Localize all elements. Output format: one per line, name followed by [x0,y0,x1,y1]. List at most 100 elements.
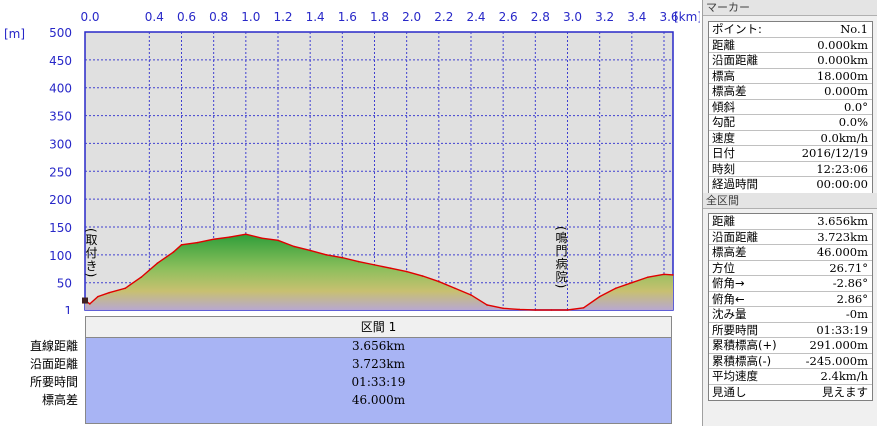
summary-value: 01:33:19 [351,375,406,389]
info-row: 標高 18.000m [709,68,872,84]
info-value: 2.86° [836,291,868,306]
profile-point [341,256,344,259]
x-tick-label: 3.0 [563,10,582,24]
info-value: 0.0% [838,115,868,129]
info-value: 01:33:19 [816,322,868,337]
info-row: 所要時間 01:33:19 [709,322,872,338]
x-tick-label: 2.0 [402,10,421,24]
y-tick-label: 100 [49,249,72,263]
profile-svg[interactable]: [m] 0.0 0.4 0.6 0.8 1.0 1.2 1.4 1.6 1.8 2.0 2.2 2.4… [0,0,700,315]
info-value: -2.86° [832,276,868,290]
y-tick-label: 350 [49,110,72,124]
info-key: 速度 [712,130,735,145]
profile-point [486,304,488,306]
profile-point [140,276,143,278]
info-value: 18.000m [816,68,868,83]
total-info-table: 距離 3.656km 沿面距離 3.723km 標高差 46.000m 方位 26.71° 俯角… [708,213,873,401]
info-key: 標高差 [712,84,747,98]
summary-value: 46.000m [351,393,406,407]
x-tick-label: 2.2 [434,10,453,24]
x-tick-label: 1.6 [338,10,357,24]
info-row: ポイント: No.1 [709,22,872,38]
profile-point [631,281,633,284]
profile-point [245,233,247,236]
y-tick-label: 200 [49,193,72,207]
info-value: -245.000m [805,353,868,368]
info-row: 標高差 0.000m [709,84,872,100]
summary-label: 直線距離 [29,339,78,353]
profile-point [598,295,601,298]
y-tick-label: 150 [49,221,72,235]
x-tick-label: 3.2 [595,10,614,24]
marker-panel-header[interactable]: マーカー [703,0,877,16]
y-tick-label: 500 [49,26,72,40]
summary-value: 3.656km [351,339,405,353]
start-marker[interactable] [82,297,88,304]
elevation-profile-chart[interactable]: [m] 0.0 0.4 0.6 0.8 1.0 1.2 1.4 1.6 1.8 2.0 2.2 2.4… [0,0,700,315]
info-value: 26.71° [829,260,868,275]
info-key: 距離 [712,37,735,52]
info-value: No.1 [840,22,868,36]
info-value: 12:23:06 [816,161,868,176]
info-key: 標高 [712,68,735,83]
info-value: 3.656km [817,214,868,228]
info-row: 累積標高(+) 291.000m [709,338,872,354]
profile-point [172,251,175,253]
profile-point [502,307,504,310]
info-row: 傾斜 0.0° [709,100,872,115]
info-key: 所要時間 [712,322,758,337]
marker-info-table: ポイント: No.1 距離 0.000km 沿面距離 0.000km 標高 18.000m 標高… [708,21,873,194]
x-tick-label: 2.8 [531,10,550,24]
x-tick-label: 1.2 [273,10,292,24]
profile-point [357,260,360,263]
info-value: 見えます [822,384,868,399]
profile-point [156,262,159,265]
info-key: 沿面距離 [712,229,758,244]
info-key: 平均速度 [712,369,758,383]
y-tick-label: 50 [57,277,72,291]
profile-point [228,236,231,238]
summary-row-straight-distance: 直線距離 3.656km [0,337,700,355]
y-tick-label: 300 [49,137,72,151]
info-row: 平均速度 2.4km/h [709,369,872,385]
elevation-unit-label: [m] [4,27,25,41]
info-row: 距離 0.000km [709,37,872,53]
summary-row-elevation-difference: 標高差 46.000m [0,391,700,409]
y-tick-label: 250 [49,165,72,179]
info-row: 累積標高(-) -245.000m [709,353,872,369]
info-row: 俯角← 2.86° [709,291,872,307]
summary-row-required-time: 所要時間 01:33:19 [0,373,700,391]
profile-point [108,291,110,294]
x-tick-label: 0.4 [145,10,164,24]
x-tick-label: 1.0 [241,10,260,24]
info-value: 00:00:00 [816,177,868,191]
info-value: 0.000km [817,53,868,67]
summary-label: 沿面距離 [29,357,78,371]
info-value: 2016/12/19 [801,146,868,160]
info-row: 時刻 12:23:06 [709,161,872,177]
profile-point [614,287,617,290]
profile-point [663,273,665,276]
info-row: 俯角→ -2.86° [709,276,872,292]
info-value: 3.723km [817,229,868,244]
info-value: 291.000m [809,338,868,352]
profile-point [389,267,392,270]
profile-point [518,308,521,311]
info-row: 経過時間 00:00:00 [709,177,872,193]
info-row: 沿面距離 3.723km [709,229,872,245]
info-row: 速度 0.0km/h [709,130,872,146]
profile-point [566,309,569,311]
info-value: 2.4km/h [820,369,868,383]
info-key: 経過時間 [712,177,758,191]
place-label-naruto-hospital: (鳴門病院) [554,226,568,289]
profile-point [373,264,376,266]
info-key: 日付 [712,146,735,160]
profile-point [470,294,472,296]
info-key: 方位 [712,260,735,275]
x-tick-label: 2.4 [466,10,485,24]
total-panel-header[interactable]: 全区間 [703,193,877,209]
profile-point [582,306,585,309]
section-title[interactable]: 区間 1 [85,316,672,338]
info-key: 沈み量 [712,307,747,321]
profile-point [647,276,649,278]
